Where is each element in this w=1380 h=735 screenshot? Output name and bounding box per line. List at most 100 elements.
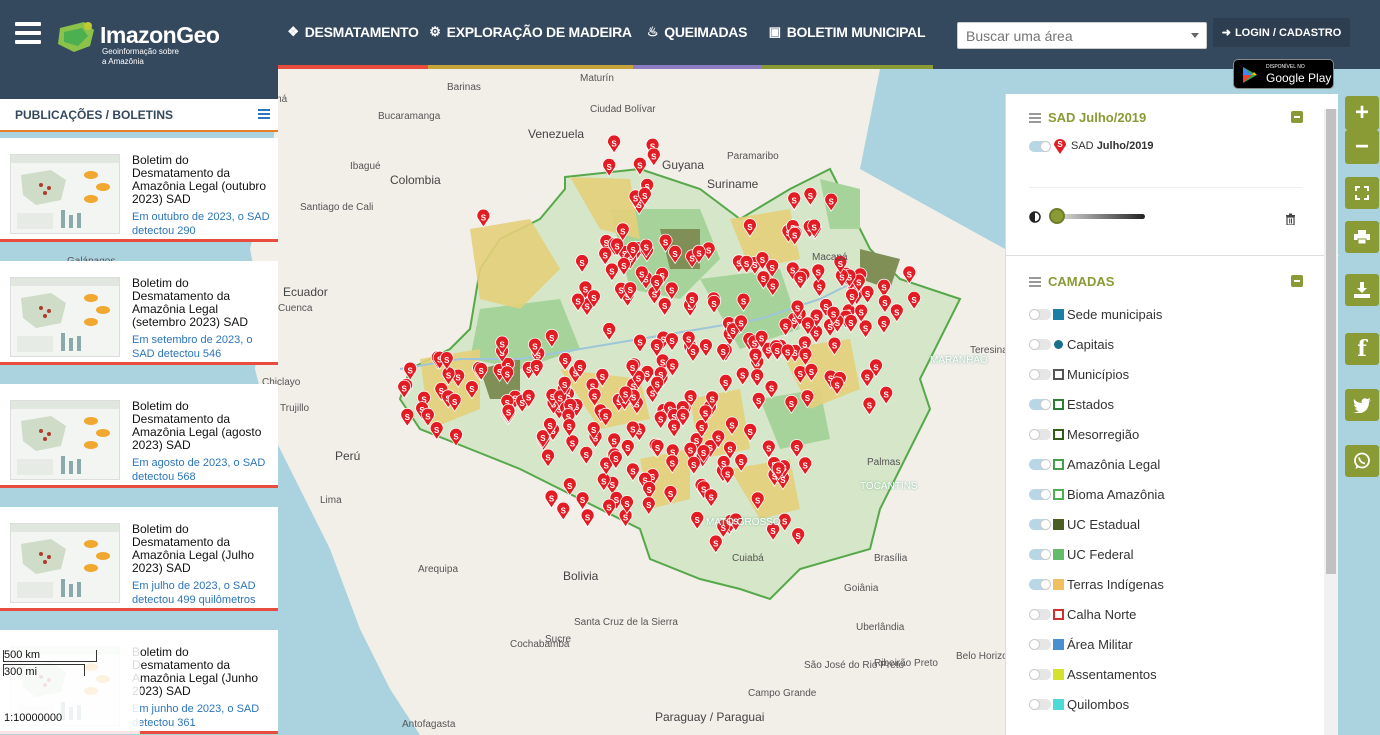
layer-toggle[interactable] <box>1029 429 1051 440</box>
search-input[interactable] <box>957 22 1207 49</box>
svg-text:S: S <box>907 270 913 279</box>
zoom-in-button[interactable]: + <box>1345 96 1379 130</box>
login-button[interactable]: ➜ LOGIN / CADASTRO <box>1213 18 1350 47</box>
layer-row[interactable]: Quilombos <box>1029 695 1319 715</box>
layer-row[interactable]: Sede municipais <box>1029 305 1319 325</box>
layer-row[interactable]: Amazônia Legal <box>1029 455 1319 475</box>
svg-text:S: S <box>603 413 609 422</box>
list-toggle-icon[interactable] <box>258 109 270 119</box>
svg-text:S: S <box>865 374 871 383</box>
svg-text:S: S <box>792 232 798 241</box>
layer-label: Quilombos <box>1067 697 1130 712</box>
scrollbar-thumb[interactable] <box>1326 109 1336 574</box>
google-play-badge[interactable]: DISPONÍVEL NO Google Play <box>1233 59 1334 89</box>
svg-text:S: S <box>770 527 776 536</box>
layer-toggle[interactable] <box>1029 489 1051 500</box>
layer-row[interactable]: Mesorregião <box>1029 425 1319 445</box>
layer-toggle[interactable] <box>1029 399 1051 410</box>
download-button[interactable] <box>1345 274 1379 306</box>
svg-text:S: S <box>695 516 701 525</box>
layer-row[interactable]: Calha Norte <box>1029 605 1319 625</box>
publication-title: Boletim do Desmatamento da Amazônia Lega… <box>132 645 259 698</box>
hamburger-menu-icon[interactable] <box>15 22 41 46</box>
svg-text:S: S <box>747 223 753 232</box>
active-layer-toggle[interactable] <box>1029 141 1051 152</box>
svg-text:S: S <box>817 283 823 292</box>
publication-item[interactable]: Boletim do Desmatamento da Amazônia Lega… <box>0 138 278 242</box>
publication-item[interactable]: Boletim do Desmatamento da Amazônia Lega… <box>0 507 278 611</box>
svg-text:S: S <box>647 486 653 495</box>
layer-toggle[interactable] <box>1029 339 1051 350</box>
layer-toggle[interactable] <box>1029 579 1051 590</box>
svg-text:S: S <box>706 246 712 255</box>
svg-text:S: S <box>894 308 900 317</box>
svg-text:S: S <box>444 356 450 365</box>
nav-boletim-municipal[interactable]: ▣ BOLETIM MUNICIPAL <box>761 0 933 69</box>
svg-text:S: S <box>795 305 801 314</box>
layer-row[interactable]: Capitais <box>1029 335 1319 355</box>
layer-toggle[interactable] <box>1029 639 1051 650</box>
trash-icon[interactable] <box>1285 213 1296 225</box>
layer-toggle[interactable] <box>1029 609 1051 620</box>
svg-text:S: S <box>785 349 791 358</box>
drag-handle-icon[interactable] <box>1029 277 1041 287</box>
drag-handle-icon[interactable] <box>1029 113 1041 123</box>
svg-text:S: S <box>839 274 845 283</box>
nav-desmatamento[interactable]: ❖ DESMATAMENTO <box>278 0 428 69</box>
svg-text:S: S <box>654 343 660 352</box>
layer-row[interactable]: Terras Indígenas <box>1029 575 1319 595</box>
publication-summary[interactable]: Em outubro de 2023, o SAD detectou 290 <box>132 210 272 238</box>
logo-area: ImazonGeo Geoinformação sobre a Amazônia <box>0 0 278 99</box>
chevron-down-icon[interactable] <box>1191 33 1199 38</box>
svg-text:S: S <box>646 501 652 510</box>
fullscreen-button[interactable] <box>1345 177 1379 209</box>
svg-text:S: S <box>832 342 838 351</box>
layer-row[interactable]: Municípios <box>1029 365 1319 385</box>
publication-summary[interactable]: Em setembro de 2023, o SAD detectou 546 <box>132 333 272 361</box>
publication-item[interactable]: Boletim do Desmatamento da Amazônia Lega… <box>0 384 278 488</box>
layer-toggle[interactable] <box>1029 369 1051 380</box>
publication-item[interactable]: Boletim do Desmatamento da Amazônia Lega… <box>0 261 278 365</box>
active-layer-prefix: SAD <box>1071 140 1094 152</box>
svg-text:S: S <box>703 409 709 418</box>
collapse-active-button[interactable] <box>1291 111 1303 123</box>
svg-text:S: S <box>547 422 553 431</box>
svg-text:S: S <box>680 413 686 422</box>
layer-row[interactable]: Assentamentos <box>1029 665 1319 685</box>
whatsapp-share-button[interactable] <box>1345 445 1379 477</box>
layer-toggle[interactable] <box>1029 669 1051 680</box>
twitter-share-button[interactable] <box>1345 389 1379 421</box>
opacity-slider-handle[interactable] <box>1049 208 1065 224</box>
layer-row[interactable]: Área Militar <box>1029 635 1319 655</box>
svg-text:S: S <box>727 446 733 455</box>
layer-label: Municípios <box>1067 367 1130 382</box>
layer-swatch <box>1053 609 1064 620</box>
nav-queimadas[interactable]: ♨ QUEIMADAS <box>633 0 761 69</box>
layer-row[interactable]: Estados <box>1029 395 1319 415</box>
zoom-out-button[interactable]: − <box>1345 130 1379 164</box>
collapse-layers-button[interactable] <box>1291 275 1303 287</box>
nav-exploracao-madeira[interactable]: ⚙ EXPLORAÇÃO DE MADEIRA <box>428 0 633 69</box>
map-label: Palmas <box>867 457 901 468</box>
svg-text:S: S <box>644 244 650 253</box>
layer-row[interactable]: UC Estadual <box>1029 515 1319 535</box>
publication-summary[interactable]: Em agosto de 2023, o SAD detectou 568 <box>132 456 272 484</box>
layer-row[interactable]: UC Federal <box>1029 545 1319 565</box>
panel-scrollbar[interactable] <box>1324 109 1338 735</box>
svg-text:S: S <box>540 434 546 443</box>
layer-toggle[interactable] <box>1029 459 1051 470</box>
print-button[interactable] <box>1345 221 1379 253</box>
publication-summary[interactable]: Em junho de 2023, o SAD detectou 361 <box>132 702 272 730</box>
layer-toggle[interactable] <box>1029 519 1051 530</box>
layer-row[interactable]: Bioma Amazônia <box>1029 485 1319 505</box>
layer-toggle[interactable] <box>1029 699 1051 710</box>
layer-label: Amazônia Legal <box>1067 457 1161 472</box>
map-label: Macapá <box>812 252 848 263</box>
svg-text:S: S <box>756 397 762 406</box>
facebook-share-button[interactable]: f <box>1345 333 1379 365</box>
layer-toggle[interactable] <box>1029 309 1051 320</box>
layer-toggle[interactable] <box>1029 549 1051 560</box>
publication-summary[interactable]: Em julho de 2023, o SAD detectou 499 qui… <box>132 579 272 607</box>
svg-text:S: S <box>803 352 809 361</box>
svg-text:S: S <box>690 348 696 357</box>
